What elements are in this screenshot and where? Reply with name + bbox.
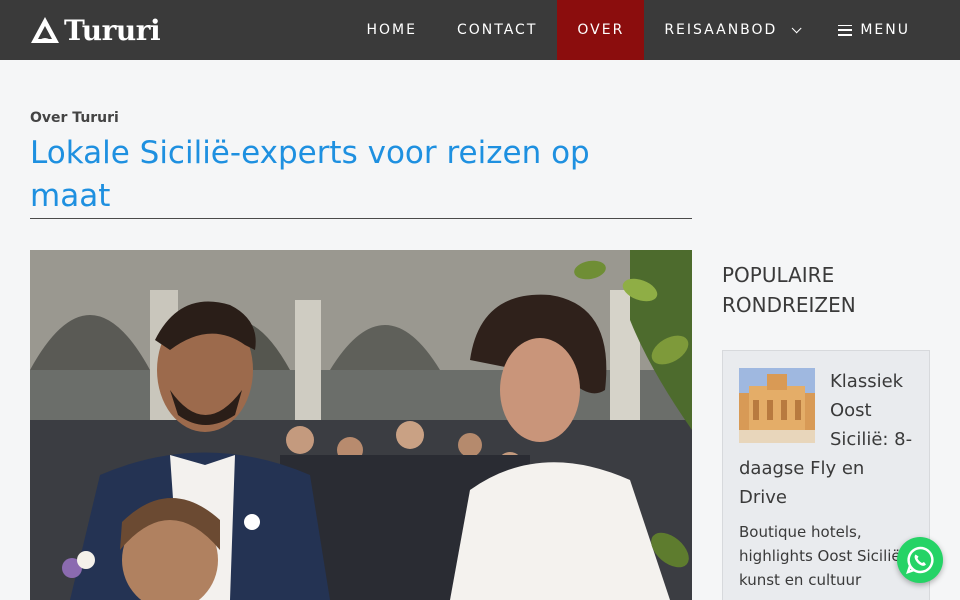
nav-item-label: MENU <box>860 22 910 38</box>
hamburger-icon <box>838 24 853 36</box>
nav-item-label: HOME <box>366 22 417 38</box>
main-nav: HOME CONTACT OVER REISAANBOD MENU <box>347 0 931 60</box>
tour-description: Boutique hotels, highlights Oost Sicilië… <box>739 523 906 589</box>
nav-item-label: CONTACT <box>456 22 538 38</box>
nav-item-home[interactable]: HOME <box>347 0 437 60</box>
nav-item-menu[interactable]: MENU <box>818 0 930 60</box>
nav-item-over[interactable]: OVER <box>557 0 645 60</box>
nav-item-reisaanbod[interactable]: REISAANBOD <box>644 0 818 60</box>
nav-item-contact[interactable]: CONTACT <box>437 0 557 60</box>
page-subtitle: Over Tururi <box>30 110 119 126</box>
site-logo-text: Tururi <box>64 13 161 47</box>
sidebar-heading: POPULAIRE RONDREIZEN <box>722 263 856 317</box>
whatsapp-button[interactable] <box>897 537 943 583</box>
chevron-down-icon <box>792 22 802 33</box>
tour-thumbnail[interactable] <box>739 368 815 443</box>
mountain-logo-icon <box>31 17 59 43</box>
site-logo[interactable]: Tururi <box>30 13 161 47</box>
title-divider <box>30 218 692 219</box>
hero-image <box>30 250 692 600</box>
nav-item-label: REISAANBOD <box>664 22 778 38</box>
top-navbar: Tururi HOME CONTACT OVER REISAANBOD MENU <box>0 0 960 60</box>
page-title: Lokale Sicilië-experts voor reizen op ma… <box>30 135 590 214</box>
nav-item-label: OVER <box>577 22 625 38</box>
whatsapp-icon <box>906 546 934 574</box>
